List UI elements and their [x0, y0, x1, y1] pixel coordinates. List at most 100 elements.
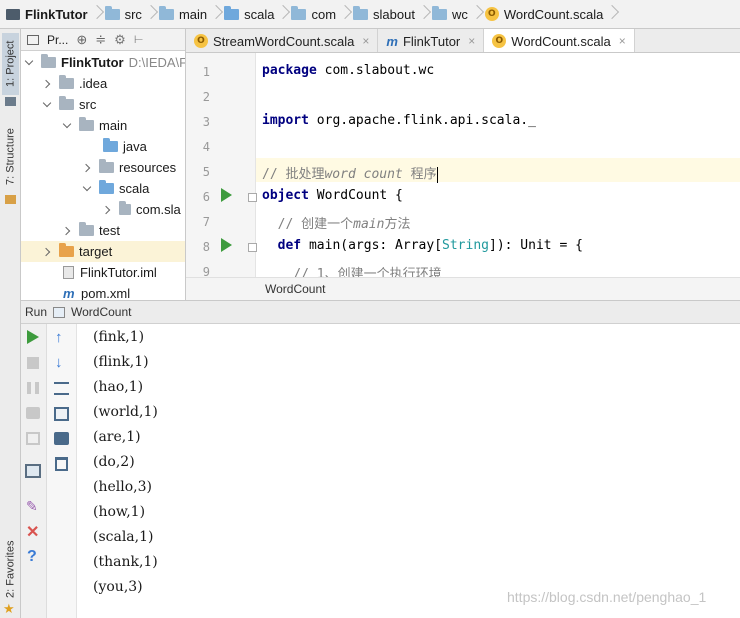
breadcrumb-main[interactable]: main: [158, 0, 207, 28]
close-icon[interactable]: ×: [362, 34, 369, 48]
chevron-right-icon: [472, 0, 479, 28]
exit-icon[interactable]: [26, 432, 40, 445]
project-tool-icon: [5, 97, 16, 106]
chevron-right-icon: [43, 248, 51, 256]
run-config-name[interactable]: WordCount: [71, 305, 131, 319]
tab-flinktutor-pom[interactable]: m FlinkTutor ×: [378, 29, 485, 52]
breadcrumb-scala[interactable]: scala: [224, 0, 274, 28]
camera-icon[interactable]: [26, 407, 40, 419]
tree-item-scala[interactable]: scala: [83, 178, 149, 199]
tree-item-iml[interactable]: FlinkTutor.iml: [63, 262, 157, 283]
chevron-right-icon: [103, 206, 111, 214]
soft-wrap-icon[interactable]: [54, 382, 69, 395]
tree-item-main[interactable]: main: [63, 115, 127, 136]
run-tab-label[interactable]: Run: [25, 305, 47, 319]
breadcrumb-wc[interactable]: wc: [431, 0, 468, 28]
code-line-7: // 创建一个main方法: [262, 217, 411, 232]
tree-item-resources[interactable]: resources: [83, 157, 176, 178]
code-line-9: // 1、创建一个执行环境: [262, 267, 442, 277]
text-caret: [436, 166, 438, 183]
breadcrumb-project[interactable]: FlinkTutor: [6, 0, 88, 28]
breadcrumb-com[interactable]: com: [291, 0, 336, 28]
code-line-1: package com.slabout.wc: [262, 63, 435, 78]
chevron-right-icon: [83, 164, 91, 172]
run-console-output[interactable]: (fink,1) (flink,1) (hao,1) (world,1) (ar…: [77, 324, 740, 618]
line-number: 1: [202, 65, 210, 79]
code-editor[interactable]: 1 2 3 4 5 6 7 8 9 package com.slabout.wc…: [186, 53, 740, 277]
pause-icon[interactable]: [27, 382, 39, 394]
scroll-to-end-icon[interactable]: [54, 407, 69, 421]
code-line-3: import org.apache.flink.api.scala._: [262, 113, 536, 128]
run-gutter-icon[interactable]: [221, 188, 232, 202]
pin-icon[interactable]: ✎: [26, 498, 42, 514]
line-number: 3: [202, 115, 210, 129]
tab-streamwordcount[interactable]: O StreamWordCount.scala ×: [186, 29, 379, 52]
run-panel-header: Run WordCount: [21, 300, 740, 324]
stop-icon[interactable]: [27, 357, 39, 369]
console-line: (do,2): [93, 454, 135, 470]
code-line-5: // 批处理word count 程序: [262, 166, 438, 183]
trash-icon[interactable]: [55, 457, 68, 471]
tree-item-pom[interactable]: m pom.xml: [63, 283, 130, 300]
breadcrumb-slabout[interactable]: slabout: [353, 0, 415, 28]
folder-icon: [99, 159, 114, 173]
project-view-selector[interactable]: Pr...: [47, 33, 68, 47]
arrow-up-icon[interactable]: ↑: [55, 329, 71, 346]
console-line: (are,1): [93, 429, 141, 445]
console-line: (flink,1): [93, 354, 149, 370]
excluded-folder-icon: [59, 243, 74, 257]
tab-wordcount[interactable]: O WordCount.scala ×: [484, 29, 635, 52]
console-line: (thank,1): [93, 554, 158, 570]
line-number: 5: [202, 165, 210, 179]
chevron-right-icon: [419, 0, 426, 28]
editor-gutter: 1 2 3 4 5 6 7 8 9: [186, 53, 257, 277]
chevron-down-icon: [25, 59, 33, 67]
line-number: 4: [202, 140, 210, 154]
close-icon[interactable]: ✕: [26, 522, 42, 541]
structure-tool-tab[interactable]: 7: Structure: [2, 119, 19, 195]
console-line: (hello,3): [93, 479, 152, 495]
folder-icon: [79, 222, 94, 236]
hide-icon[interactable]: ⊢: [134, 33, 144, 46]
locate-icon[interactable]: ⊕: [76, 32, 87, 48]
chevron-right-icon: [92, 0, 99, 28]
tree-item-src[interactable]: src: [43, 94, 96, 115]
breadcrumb-src[interactable]: src: [104, 0, 142, 28]
tree-item-package[interactable]: com.sla: [103, 199, 181, 220]
scala-object-icon: O: [492, 34, 507, 48]
arrow-down-icon[interactable]: ↓: [55, 354, 71, 371]
close-icon[interactable]: ×: [619, 34, 626, 48]
code-line-8: def main(args: Array[String]): Unit = {: [262, 238, 583, 253]
close-icon[interactable]: ×: [468, 34, 475, 48]
maven-icon: m: [386, 33, 398, 49]
source-folder-icon: [99, 180, 114, 194]
chevron-right-icon: [43, 80, 51, 88]
breadcrumb-wordcount-file[interactable]: O WordCount.scala: [484, 0, 603, 28]
help-icon[interactable]: ?: [27, 548, 43, 565]
fold-icon[interactable]: [248, 193, 257, 202]
console-line: (fink,1): [93, 329, 145, 345]
collapse-all-icon[interactable]: ≑: [95, 32, 106, 48]
tree-item-test[interactable]: test: [63, 220, 120, 241]
scala-object-icon: O: [484, 7, 499, 21]
layout-icon[interactable]: [25, 464, 41, 478]
favorites-tool-tab[interactable]: 2: Favorites: [2, 534, 19, 604]
run-gutter-icon[interactable]: [221, 238, 232, 252]
gear-icon[interactable]: ⚙: [114, 32, 126, 48]
editor-breadcrumb[interactable]: WordCount: [186, 277, 740, 300]
print-icon[interactable]: [54, 432, 69, 445]
tree-item-idea[interactable]: .idea: [43, 73, 107, 94]
tree-item-target[interactable]: target: [43, 241, 112, 262]
tree-item-java[interactable]: java: [103, 136, 147, 157]
maven-icon: m: [63, 286, 75, 300]
project-tool-tab[interactable]: 1: Project: [2, 33, 19, 95]
package-icon: [119, 201, 131, 215]
fold-icon[interactable]: [248, 243, 257, 252]
chevron-right-icon: [340, 0, 347, 28]
line-number: 9: [202, 265, 210, 277]
rerun-icon[interactable]: [27, 330, 39, 344]
console-line: (world,1): [93, 404, 158, 420]
chevron-right-icon: [146, 0, 153, 28]
chevron-down-icon: [63, 122, 71, 130]
tree-item-flinktutor[interactable]: FlinkTutor D:\IEDA\F: [25, 52, 185, 73]
